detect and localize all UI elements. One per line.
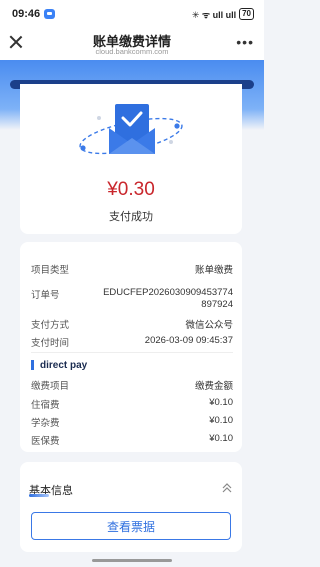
notification-icon	[44, 9, 56, 19]
signal-icons: ✳ ᯤ ull ull	[191, 9, 237, 20]
detail-value: 微信公众号	[185, 320, 233, 331]
fee-item-name: 住宿费	[31, 400, 60, 411]
basic-info-card: 基本信息 查看票据	[20, 462, 242, 552]
system-indicators: ✳ ᯤ ull ull 70	[192, 8, 254, 21]
detail-label: 支付方式	[31, 320, 70, 331]
title-underline	[29, 494, 49, 497]
fee-header-item: 缴费项目	[31, 381, 70, 392]
envelope-check-icon	[79, 104, 183, 155]
status-time-group: 09:46	[12, 8, 56, 20]
view-ticket-button[interactable]: 查看票据	[31, 512, 231, 540]
detail-label: 订单号	[31, 290, 60, 301]
home-indicator[interactable]	[92, 559, 172, 562]
detail-label: 支付时间	[31, 338, 70, 349]
fee-item-amount: ¥0.10	[209, 415, 233, 426]
collapse-up-icon[interactable]	[220, 481, 234, 495]
status-bar: 09:46 ✳ ᯤ ull ull 70	[0, 0, 264, 28]
receipt-card: ¥0.30 支付成功	[20, 84, 242, 234]
page-domain: cloud.bankcomm.com	[95, 47, 169, 56]
order-number: EDUCFEP2026030909453774897924	[103, 287, 233, 310]
section-marker	[31, 360, 34, 370]
payment-amount: ¥0.30	[107, 179, 155, 200]
order-detail-card: 项目类型 账单缴费 订单号 EDUCFEP2026030909453774897…	[20, 242, 242, 452]
fee-item-amount: ¥0.10	[209, 433, 233, 444]
fee-header-amount: 缴费金额	[194, 381, 233, 392]
divider	[31, 352, 233, 353]
fee-item-name: 学杂费	[31, 418, 60, 429]
fee-item-amount: ¥0.10	[209, 397, 233, 408]
detail-value: 账单缴费	[194, 265, 233, 276]
payment-status: 支付成功	[109, 211, 153, 223]
nav-bar: 账单缴费详情 cloud.bankcomm.com •••	[0, 28, 264, 60]
fee-item-name: 医保费	[31, 436, 60, 447]
fee-section-title: direct pay	[40, 360, 88, 371]
detail-value: 2026-03-09 09:45:37	[144, 335, 233, 346]
battery-icon: 70	[239, 8, 254, 20]
status-time: 09:46	[12, 8, 41, 20]
more-icon[interactable]: •••	[236, 35, 254, 49]
detail-label: 项目类型	[31, 265, 70, 276]
